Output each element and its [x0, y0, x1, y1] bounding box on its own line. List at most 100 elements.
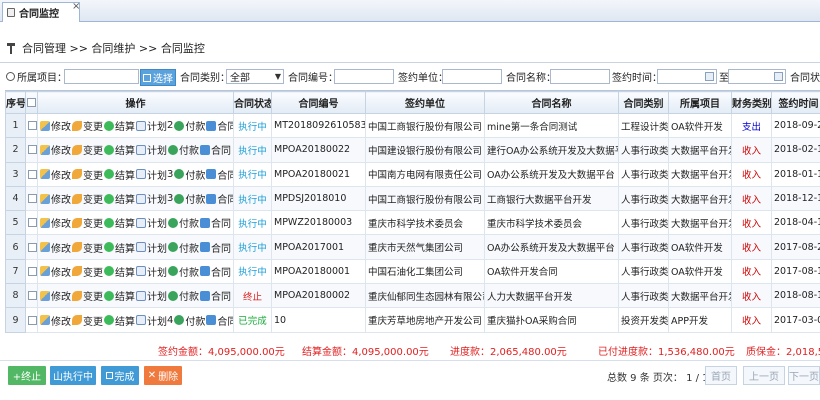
- executing-button[interactable]: 山执行中: [50, 366, 96, 385]
- pay-action[interactable]: 付款: [168, 142, 199, 157]
- table-row[interactable]: 6 修改 变更 结算 计划 付款 合同 执行中 MPOA2017001 重庆市天然气集团公司 OA办…: [5, 234, 820, 260]
- table-row[interactable]: 1 修改变更结算计划2付款合同执行中MT2018092610583704230中国…: [5, 112, 820, 139]
- row-status: 执行中: [233, 112, 272, 139]
- pay-action[interactable]: 付款: [168, 240, 199, 255]
- row-checkbox[interactable]: [25, 185, 38, 212]
- settle-action[interactable]: 结算: [104, 288, 135, 303]
- pay-action[interactable]: 付款: [168, 264, 199, 279]
- contract-action[interactable]: 合同: [200, 288, 231, 303]
- pay-action[interactable]: 付款: [174, 191, 205, 206]
- row-index: 2: [5, 137, 26, 163]
- plan-action[interactable]: 计划: [136, 215, 167, 230]
- change-action[interactable]: 变更: [72, 288, 103, 303]
- pay-action[interactable]: 付款: [174, 313, 205, 328]
- plan-action[interactable]: 计划: [136, 240, 167, 255]
- plan-action[interactable]: 计划: [136, 264, 167, 279]
- contract-action[interactable]: 合同: [206, 313, 233, 328]
- contract-action[interactable]: 合同: [200, 264, 231, 279]
- contract-action[interactable]: 合同: [206, 118, 233, 133]
- change-action[interactable]: 变更: [72, 142, 103, 157]
- contract-action[interactable]: 合同: [200, 142, 231, 157]
- change-action[interactable]: 变更: [72, 215, 103, 230]
- row-checkbox[interactable]: [25, 210, 38, 236]
- calendar-icon[interactable]: [705, 72, 714, 81]
- table-row[interactable]: 9 修改变更结算计划4付款合同已完成10重庆芳草地房地产开发公司重庆猫扑OA采购合…: [5, 307, 820, 333]
- number-input[interactable]: [334, 69, 394, 84]
- row-checkbox[interactable]: [25, 112, 38, 139]
- type-select[interactable]: 全部 ▼: [226, 69, 284, 84]
- change-icon: [72, 120, 82, 131]
- edit-action[interactable]: 修改: [40, 191, 71, 206]
- settle-action[interactable]: 结算: [104, 313, 135, 328]
- change-action[interactable]: 变更: [72, 313, 103, 328]
- edit-action[interactable]: 修改: [40, 142, 71, 157]
- calendar-icon[interactable]: [774, 72, 783, 81]
- filter-time-label: 签约时间：: [612, 72, 662, 84]
- contract-icon: [200, 290, 210, 301]
- delete-button[interactable]: ✕ 删除: [144, 366, 182, 385]
- row-checkbox[interactable]: [25, 307, 38, 333]
- change-action[interactable]: 变更: [72, 264, 103, 279]
- select-button[interactable]: 选择: [140, 69, 176, 86]
- row-checkbox[interactable]: [25, 283, 38, 309]
- pay-action[interactable]: 付款: [174, 167, 205, 182]
- pay-action[interactable]: 付款: [168, 288, 199, 303]
- contract-action[interactable]: 合同: [206, 167, 233, 182]
- name-input[interactable]: [550, 69, 610, 84]
- settle-action[interactable]: 结算: [104, 264, 135, 279]
- table-row[interactable]: 4 修改变更结算计划3付款合同执行中MPDSJ2018010中国工商银行股份有限公…: [5, 185, 820, 212]
- edit-action[interactable]: 修改: [40, 313, 71, 328]
- prev-page-button[interactable]: 上一页: [743, 366, 785, 385]
- edit-action[interactable]: 修改: [40, 118, 71, 133]
- pay-action[interactable]: 付款: [174, 118, 205, 133]
- summary-bar: 签约金额：4,095,000.00元 结算金额：4,095,000.00元 进度…: [0, 340, 820, 358]
- plan-action[interactable]: 计划: [136, 142, 167, 157]
- change-action[interactable]: 变更: [72, 191, 103, 206]
- settle-action[interactable]: 结算: [104, 142, 135, 157]
- settle-action[interactable]: 结算: [104, 240, 135, 255]
- next-page-button[interactable]: 下一页: [788, 366, 820, 385]
- plan-action[interactable]: 计划 3: [136, 191, 173, 206]
- table-row[interactable]: 8 修改 变更 结算 计划 付款 合同 终止 MPOA20180002 重庆仙郁同生态园林有限公司…: [5, 283, 820, 309]
- terminate-button[interactable]: +终止: [8, 366, 46, 385]
- edit-action[interactable]: 修改: [40, 215, 71, 230]
- table-row[interactable]: 5 修改 变更 结算 计划 付款 合同 执行中 MPWZ20180003 重庆市科学技术委员会 重庆…: [5, 210, 820, 236]
- edit-action[interactable]: 修改: [40, 288, 71, 303]
- settle-action[interactable]: 结算: [104, 215, 135, 230]
- date-from-input[interactable]: [657, 69, 717, 84]
- plan-action[interactable]: 计划 2: [136, 118, 173, 133]
- select-all-checkbox[interactable]: [25, 91, 38, 114]
- date-to-input[interactable]: [728, 69, 786, 84]
- pay-action[interactable]: 付款: [168, 215, 199, 230]
- complete-button[interactable]: 完成: [101, 366, 139, 385]
- row-checkbox[interactable]: [25, 137, 38, 163]
- row-checkbox[interactable]: [25, 258, 38, 285]
- unit-input[interactable]: [442, 69, 502, 84]
- plan-action[interactable]: 计划 3: [136, 167, 173, 182]
- row-number: MPOA2017001: [271, 234, 366, 260]
- settle-action[interactable]: 结算: [104, 118, 135, 133]
- change-action[interactable]: 变更: [72, 118, 103, 133]
- change-action[interactable]: 变更: [72, 167, 103, 182]
- row-checkbox[interactable]: [25, 234, 38, 260]
- row-actions: 修改变更结算计划2付款合同: [37, 112, 234, 139]
- contract-action[interactable]: 合同: [200, 240, 231, 255]
- row-checkbox[interactable]: [25, 161, 38, 187]
- contract-action[interactable]: 合同: [200, 215, 231, 230]
- edit-action[interactable]: 修改: [40, 167, 71, 182]
- settle-action[interactable]: 结算: [104, 167, 135, 182]
- edit-action[interactable]: 修改: [40, 264, 71, 279]
- first-page-button[interactable]: 首页: [705, 366, 737, 385]
- table-row[interactable]: 2 修改 变更 结算 计划 付款 合同 执行中 MPOA20180022 中国建设银行股份有限公司…: [5, 137, 820, 163]
- edit-action[interactable]: 修改: [40, 240, 71, 255]
- project-input[interactable]: [64, 69, 139, 84]
- settle-action[interactable]: 结算: [104, 191, 135, 206]
- tab-contract-monitor[interactable]: 合同监控: [2, 2, 80, 22]
- change-action[interactable]: 变更: [72, 240, 103, 255]
- table-row[interactable]: 7 修改 变更 结算 计划 付款 合同 执行中 MPOA20180001 中国石油化工集团公司 OA…: [5, 258, 820, 285]
- contract-action[interactable]: 合同: [206, 191, 233, 206]
- plan-action[interactable]: 计划 4: [136, 313, 173, 328]
- table-row[interactable]: 3 修改变更结算计划3付款合同执行中MPOA20180021中国南方电网有限责任公…: [5, 161, 820, 187]
- close-icon[interactable]: ×: [72, 1, 80, 12]
- plan-action[interactable]: 计划: [136, 288, 167, 303]
